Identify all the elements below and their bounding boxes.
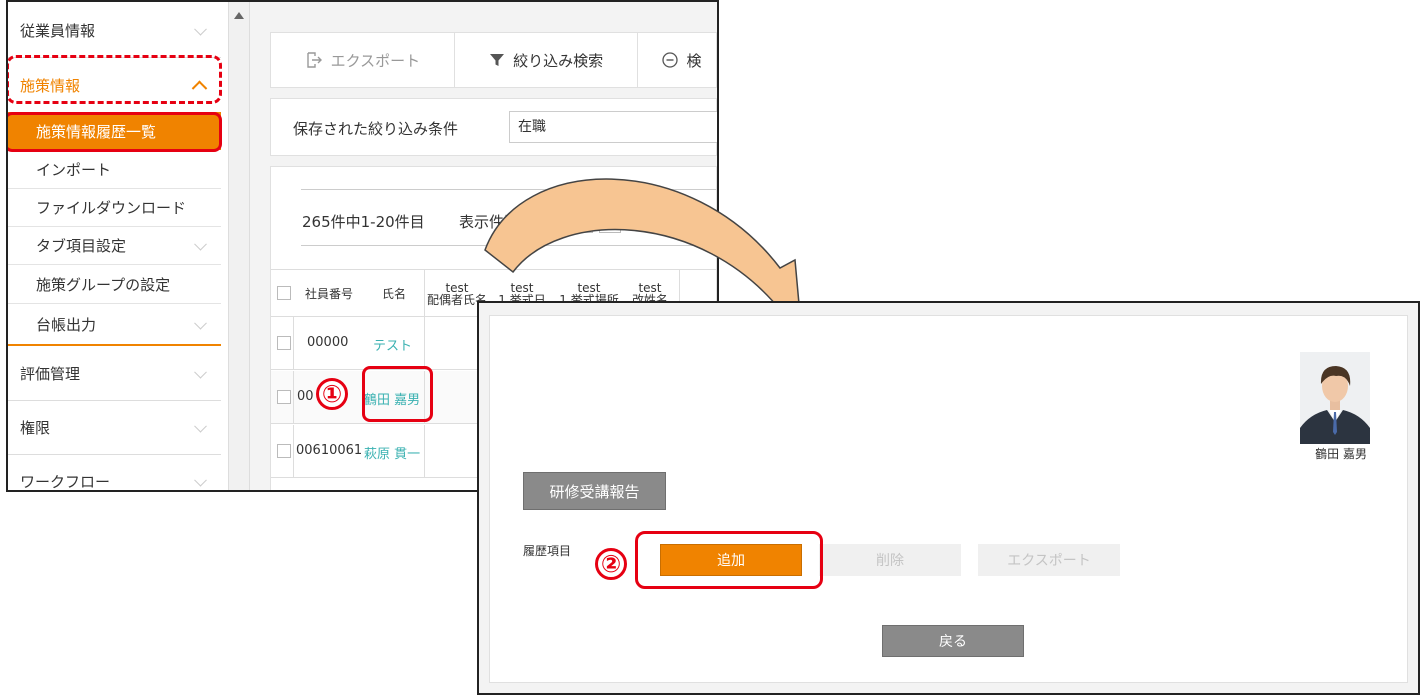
detail-screen: 鶴田 嘉男 研修受講報告 履歴項目 追加 削除 エクスポート 戻る ② bbox=[477, 301, 1420, 695]
step-2-marker: ② bbox=[595, 548, 627, 580]
person-avatar-icon bbox=[1300, 352, 1370, 444]
highlight-add-button bbox=[635, 531, 823, 589]
back-button[interactable]: 戻る bbox=[882, 625, 1024, 657]
training-report-button[interactable]: 研修受講報告 bbox=[523, 472, 666, 510]
detail-panel: 鶴田 嘉男 研修受講報告 履歴項目 追加 削除 エクスポート 戻る ② bbox=[489, 315, 1408, 683]
export-button[interactable]: エクスポート bbox=[978, 544, 1120, 576]
history-items-label: 履歴項目 bbox=[523, 544, 572, 558]
delete-button[interactable]: 削除 bbox=[819, 544, 961, 576]
employee-photo bbox=[1300, 352, 1370, 444]
employee-name: 鶴田 嘉男 bbox=[1315, 447, 1367, 461]
